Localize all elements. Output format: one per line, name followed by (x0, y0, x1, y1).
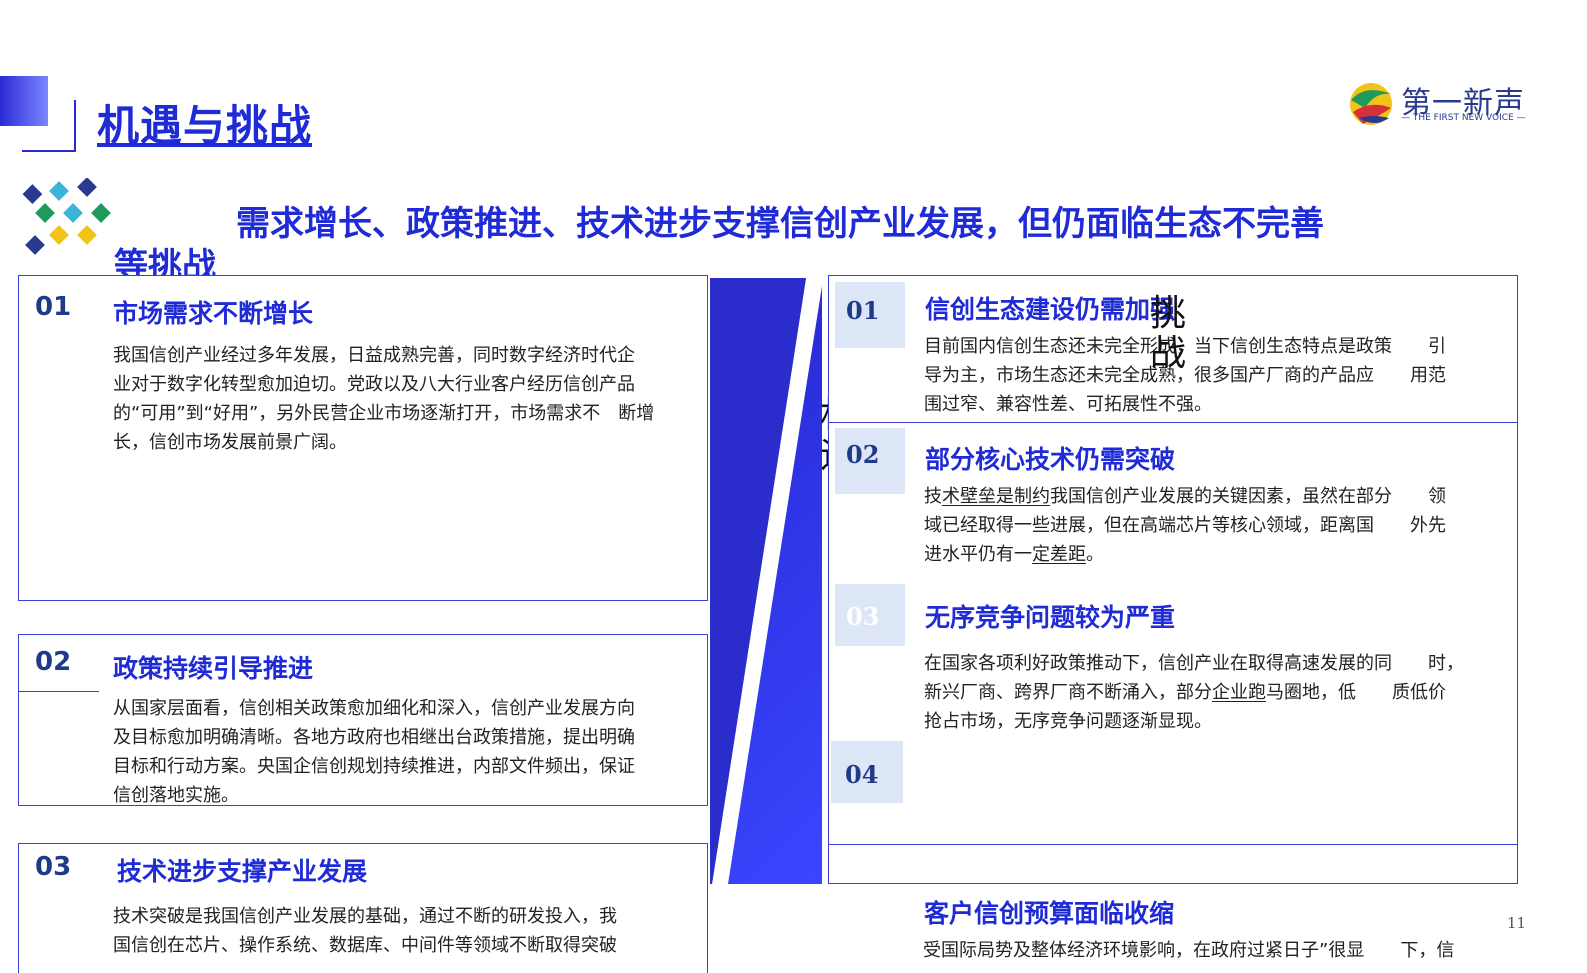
body-line: 在国家各项利好政策推动下，信创产业在取得高速发展的同 时， (924, 653, 1464, 674)
body-line: 新兴厂商、跨界厂商不断涌入，部分企业跑马圈地，低 质低价 (924, 678, 1518, 707)
text-run: 我国信创产业发展的关键因素，虽然在部分 领 (1050, 486, 1446, 507)
challenge-title: 部分核心技术仍需突破 (925, 445, 1176, 474)
brand-logo: 第一新声 — THE FIRST NEW VOICE — (1345, 78, 1535, 130)
opportunity-title: 技术进步支撑产业发展 (117, 857, 368, 886)
divider-label-challenge: 挑 战 (1150, 294, 1190, 374)
challenge-number: 02 (846, 440, 880, 469)
body-line: 的“可用”到“好用”，另外民营企业市场逐渐打开，市场需求不 断增 (113, 403, 655, 424)
divider-line (829, 844, 1517, 845)
challenge-body: 技术壁垒是制约我国信创产业发展的关键因素，虽然在部分 领 域已经取得一些进展，但… (924, 482, 1514, 569)
body-line: 进水平仍有一定差距。 (924, 540, 1514, 569)
body-line: 从国家层面看，信创相关政策愈加细化和深入，信创产业发展方向 (113, 698, 635, 719)
text-run: 马圈地，低 质低价 (1266, 682, 1446, 703)
body-line: 长，信创市场发展前景广阔。 (113, 432, 347, 453)
body-line: 技术壁垒是制约我国信创产业发展的关键因素，虽然在部分 领 (924, 482, 1514, 511)
opportunity-body: 技术突破是我国信创产业发展的基础，通过不断的研发投入，我 国信创在芯片、操作系统… (113, 902, 703, 960)
body-line: 域已经取得一些进展，但在高端芯片等核心领域，距离国 外先 (924, 515, 1446, 536)
challenge-title: 无序竞争问题较为严重 (925, 603, 1176, 632)
body-line: 国信创在芯片、操作系统、数据库、中间件等领域不断取得突破 (113, 935, 617, 956)
divider-slash-icon (710, 278, 822, 884)
challenge-number: 01 (846, 296, 880, 325)
text-run: 新兴厂商、跨界厂商不断涌入，部分 (924, 682, 1212, 703)
opportunity-card-2: 02 政策持续引导推进 从国家层面看，信创相关政策愈加细化和深入，信创产业发展方… (18, 634, 708, 806)
page-number: 11 (1507, 914, 1527, 932)
challenge-body: 在国家各项利好政策推动下，信创产业在取得高速发展的同 时， 新兴厂商、跨界厂商不… (924, 649, 1518, 736)
opportunity-number: 03 (35, 852, 72, 882)
body-line: 信创落地实施。 (113, 785, 239, 806)
body-line: 我国信创产业经过多年发展，日益成熟完善，同时数字经济时代企 (113, 345, 635, 366)
opportunity-body: 我国信创产业经过多年发展，日益成熟完善，同时数字经济时代企 业对于数字化转型愈加… (113, 341, 703, 457)
body-line: 围过窄、兼容性差、可拓展性不强。 (924, 394, 1212, 415)
opportunity-title: 市场需求不断增长 (113, 299, 314, 328)
text-run: 进水平仍有一 (924, 544, 1032, 565)
body-line: 及目标愈加明确清晰。各地方政府也相继出台政策措施，提出明确 (113, 727, 635, 748)
text-run: 技 (924, 486, 942, 507)
brand-tagline: — THE FIRST NEW VOICE — (1401, 113, 1526, 123)
opportunity-body: 从国家层面看，信创相关政策愈加细化和深入，信创产业发展方向 及目标愈加明确清晰。… (113, 694, 703, 810)
subtitle-line-1: 需求增长、政策推进、技术进步支撑信创产业发展，但仍面临生态不完善 (236, 204, 1324, 244)
opportunity-number: 02 (35, 647, 72, 677)
opportunity-card-3: 03 技术进步支撑产业发展 技术突破是我国信创产业发展的基础，通过不断的研发投入… (18, 843, 708, 973)
divider-line (829, 422, 1517, 423)
text-run-underlined: 定差距 (1032, 544, 1086, 565)
opportunity-card-1: 01 市场需求不断增长 我国信创产业经过多年发展，日益成熟完善，同时数字经济时代… (18, 275, 708, 601)
opportunity-number: 01 (35, 292, 72, 322)
body-line: 导为主，市场生态还未完全成熟，很多国产厂商的产品应 用范 (924, 365, 1446, 386)
text-run: 。 (1086, 544, 1104, 565)
text-run-underlined: 术壁垒是制约 (942, 486, 1050, 507)
brand-logo-mark-icon (1350, 83, 1392, 125)
body-line: 技术突破是我国信创产业发展的基础，通过不断的研发投入，我 (113, 906, 617, 927)
body-line: 目标和行动方案。央国企信创规划持续推进，内部文件频出，保证 (113, 756, 635, 777)
challenge-title: 客户信创预算面临收缩 (924, 899, 1175, 928)
challenge-body: 受国际局势及整体经济环境影响，在政府过紧日子”很显 下，信 (923, 936, 1517, 965)
body-line: 目前国内信创生态还未完全形成，当下信创生态特点是政策 引 (924, 336, 1446, 357)
text-run-underlined: 企业跑 (1212, 682, 1266, 703)
header-corner-decoration (0, 76, 76, 152)
body-line: 业对于数字化转型愈加迫切。党政以及八大行业客户经历信创产品 (113, 374, 635, 395)
label-char: 挑 (1150, 293, 1187, 334)
diamond-cluster-icon (22, 178, 111, 255)
opportunity-title: 政策持续引导推进 (113, 654, 314, 683)
body-line: 受国际局势及整体经济环境影响，在政府过紧日子”很显 下，信 (923, 940, 1455, 961)
label-char: 战 (1150, 333, 1187, 374)
challenge-body: 目前国内信创生态还未完全形成，当下信创生态特点是政策 引 导为主，市场生态还未完… (924, 332, 1514, 419)
challenge-number: 04 (845, 760, 879, 789)
center-divider-band (710, 278, 822, 884)
number-underline (19, 691, 99, 692)
page-title: 机遇与挑战 (97, 101, 313, 150)
body-line: 抢占市场，无序竞争问题逐渐显现。 (924, 711, 1212, 732)
challenge-title: 信创生态建设仍需加强 (925, 295, 1176, 324)
challenge-number: 03 (846, 602, 880, 631)
